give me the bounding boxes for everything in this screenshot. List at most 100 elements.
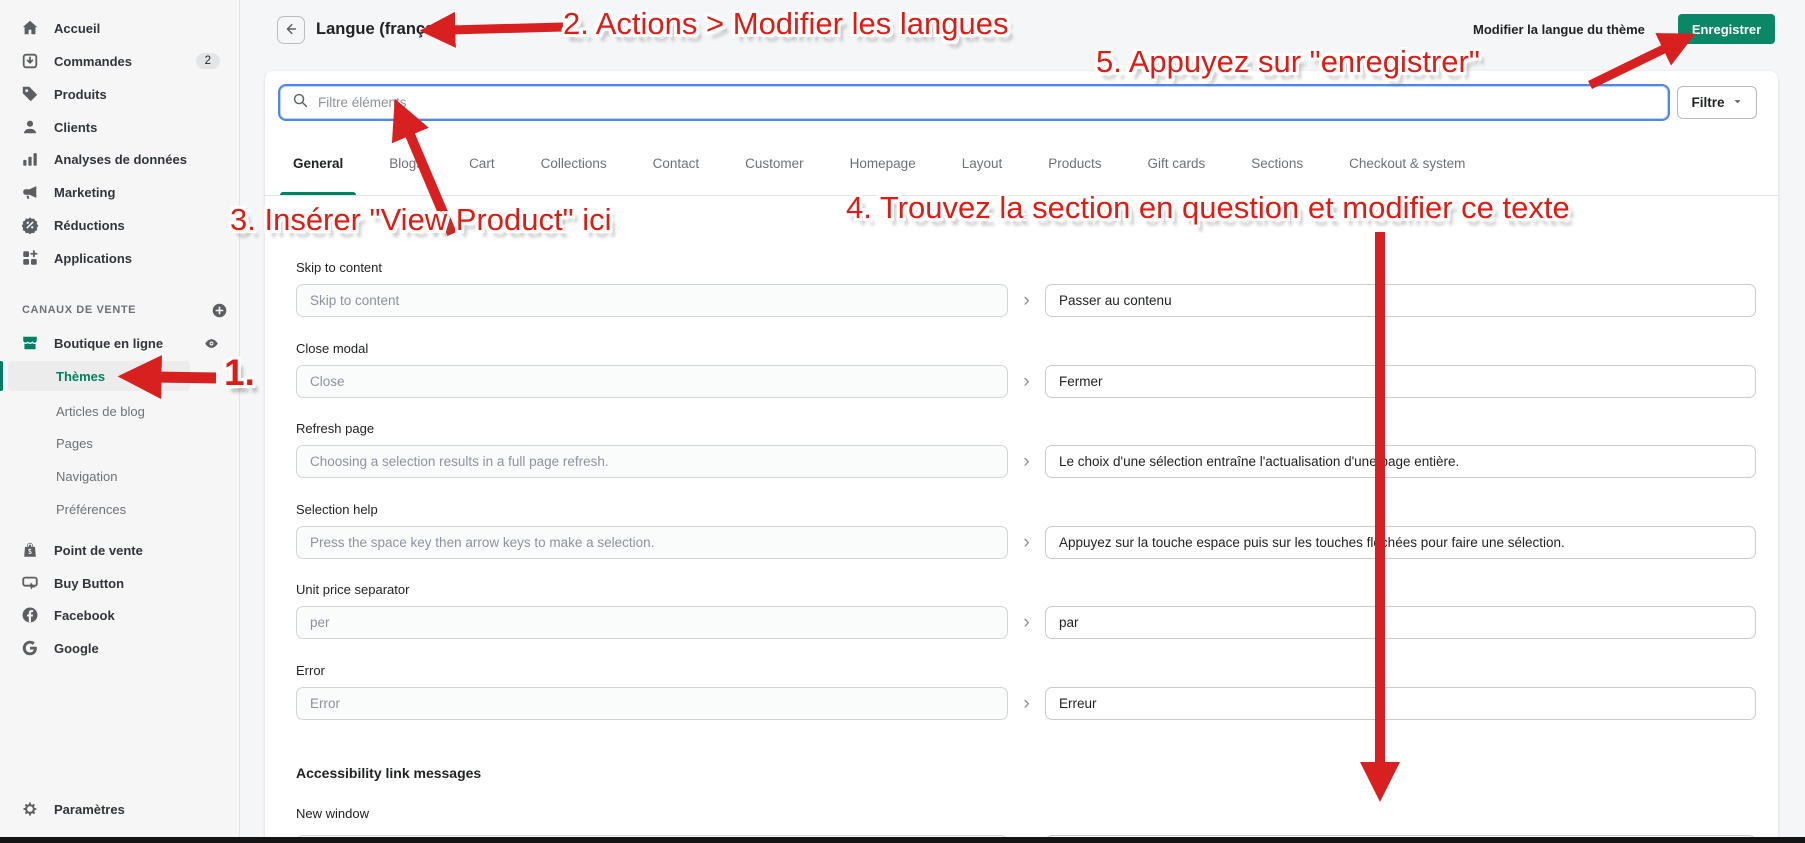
field-row-close-modal: Close modal ›	[296, 341, 1756, 398]
eye-icon[interactable]	[203, 335, 220, 352]
sidebar-item-articles-de-blog[interactable]: Articles de blog	[8, 396, 190, 426]
sidebar-item-preferences[interactable]: Préférences	[8, 494, 190, 524]
add-sales-channel-button[interactable]	[211, 302, 228, 319]
field-label: Error	[296, 663, 325, 678]
section-heading-accessibility: Accessibility link messages	[296, 765, 482, 781]
sidebar-item-boutique-en-ligne[interactable]: Boutique en ligne	[12, 328, 228, 358]
source-text-input[interactable]	[296, 687, 1008, 720]
sidebar-item-reductions[interactable]: Réductions	[12, 210, 228, 240]
chevron-right-icon: ›	[1023, 451, 1030, 472]
tab-general[interactable]: General	[279, 131, 357, 195]
sidebar-item-applications[interactable]: Applications	[12, 243, 228, 273]
chevron-right-icon: ›	[1023, 290, 1030, 311]
sidebar-item-label: Paramètres	[54, 801, 125, 817]
field-label: Close modal	[296, 341, 369, 356]
sidebar-item-google[interactable]: Google	[12, 633, 228, 663]
sidebar-item-label: Marketing	[54, 184, 116, 200]
sidebar-item-parametres[interactable]: Paramètres	[12, 794, 228, 824]
chevron-right-icon: ›	[1023, 371, 1030, 392]
sidebar-item-pages[interactable]: Pages	[8, 428, 190, 458]
sidebar-item-commandes[interactable]: Commandes 2	[12, 46, 228, 76]
source-text-input[interactable]	[296, 445, 1008, 478]
sidebar-item-buy-button[interactable]: Buy Button	[12, 568, 228, 598]
translation-input[interactable]	[1045, 365, 1756, 398]
sidebar-item-label: Boutique en ligne	[54, 335, 164, 351]
tab-layout[interactable]: Layout	[962, 131, 1003, 195]
translation-input[interactable]	[1045, 445, 1756, 478]
sidebar-item-label: Thèmes	[56, 368, 106, 384]
source-text-input[interactable]	[296, 526, 1008, 559]
sidebar-item-label: Accueil	[54, 20, 101, 36]
sidebar-item-label: Buy Button	[54, 575, 125, 591]
chevron-right-icon: ›	[1023, 693, 1030, 714]
translation-input[interactable]	[1045, 606, 1756, 639]
search-input[interactable]	[318, 95, 1656, 110]
sidebar-item-label: Pages	[56, 435, 93, 451]
field-label: Refresh page	[296, 421, 375, 436]
source-text-input[interactable]	[296, 606, 1008, 639]
tab-cart[interactable]: Cart	[469, 131, 495, 195]
tab-collections[interactable]: Collections	[541, 131, 607, 195]
gear-icon	[20, 799, 40, 819]
chevron-down-icon	[1732, 95, 1743, 110]
google-icon	[20, 638, 40, 658]
field-label: Skip to content	[296, 260, 382, 275]
translation-input[interactable]	[1045, 526, 1756, 559]
translation-input[interactable]	[1045, 687, 1756, 720]
source-text-input[interactable]	[296, 284, 1008, 317]
field-label: Unit price separator	[296, 582, 410, 597]
translation-input[interactable]	[1045, 284, 1756, 317]
sidebar-item-clients[interactable]: Clients	[12, 112, 228, 142]
sidebar-item-produits[interactable]: Produits	[12, 79, 228, 109]
orders-count-badge: 2	[195, 53, 220, 69]
tab-sections[interactable]: Sections	[1251, 131, 1303, 195]
sidebar-item-label: Google	[54, 640, 99, 656]
back-button[interactable]	[277, 16, 305, 44]
tab-contact[interactable]: Contact	[653, 131, 700, 195]
sidebar-item-themes[interactable]: Thèmes	[8, 361, 190, 391]
edit-theme-language-link[interactable]: Modifier la langue du thème	[1473, 22, 1645, 37]
annotation-step-2: 2. Actions > Modifier les langues	[563, 6, 1009, 41]
source-text-input[interactable]	[296, 365, 1008, 398]
home-icon	[20, 18, 40, 38]
tag-icon	[20, 84, 40, 104]
bottom-screen-edge	[0, 837, 1805, 843]
chevron-right-icon: ›	[1023, 612, 1030, 633]
pos-bag-icon	[20, 540, 40, 560]
sidebar: Accueil Commandes 2 Produits Clients Ana…	[0, 0, 240, 843]
sidebar-item-point-de-vente[interactable]: Point de vente	[12, 535, 228, 565]
sidebar-item-analyses[interactable]: Analyses de données	[12, 144, 228, 174]
sales-channels-header: CANAUX DE VENTE	[22, 300, 228, 320]
sidebar-item-navigation[interactable]: Navigation	[8, 461, 190, 491]
tab-checkout-system[interactable]: Checkout & system	[1349, 131, 1465, 195]
sidebar-item-label: Clients	[54, 119, 98, 135]
sidebar-item-label: Commandes	[54, 53, 133, 69]
field-row-selection-help: Selection help ›	[296, 502, 1756, 559]
field-label: Selection help	[296, 502, 378, 517]
sidebar-item-marketing[interactable]: Marketing	[12, 177, 228, 207]
sidebar-item-label: Point de vente	[54, 542, 143, 558]
filter-dropdown-button[interactable]: Filtre	[1677, 86, 1757, 119]
sidebar-item-label: Facebook	[54, 607, 115, 623]
tab-gift-cards[interactable]: Gift cards	[1148, 131, 1206, 195]
tab-products[interactable]: Products	[1048, 131, 1101, 195]
page-title: Langue (français)	[316, 20, 454, 38]
field-row-skip-to-content: Skip to content ›	[296, 260, 1756, 317]
language-editor-card: Filtre General Blogs Cart Collections Co…	[265, 71, 1778, 843]
sidebar-item-label: Analyses de données	[54, 151, 187, 167]
tab-blogs[interactable]: Blogs	[389, 131, 423, 195]
sidebar-item-accueil[interactable]: Accueil	[12, 13, 228, 43]
language-tabs: General Blogs Cart Collections Contact C…	[265, 131, 1778, 196]
sidebar-item-label: Produits	[54, 86, 107, 102]
sidebar-item-label: Navigation	[56, 468, 118, 484]
tab-customer[interactable]: Customer	[745, 131, 804, 195]
sidebar-item-facebook[interactable]: Facebook	[12, 600, 228, 630]
annotation-arrow-to-title	[419, 11, 564, 48]
field-row-refresh-page: Refresh page ›	[296, 421, 1756, 478]
search-icon	[292, 92, 309, 114]
save-button[interactable]: Enregistrer	[1678, 14, 1775, 44]
sidebar-item-label: Articles de blog	[56, 403, 145, 419]
active-item-indicator	[0, 361, 3, 391]
filter-search-box	[278, 84, 1670, 121]
tab-homepage[interactable]: Homepage	[850, 131, 916, 195]
